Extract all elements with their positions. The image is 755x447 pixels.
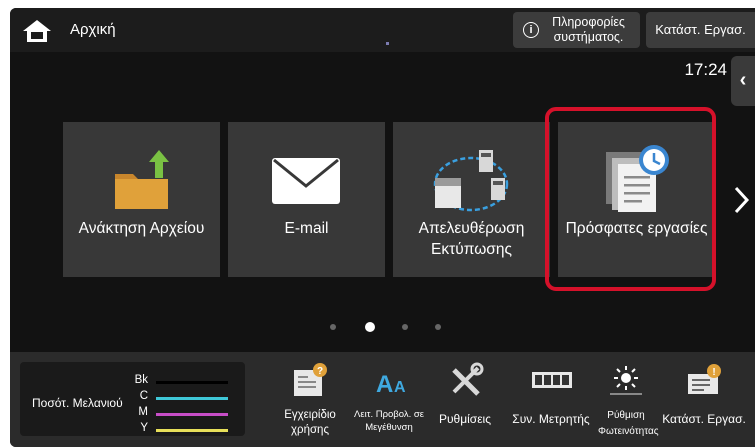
tile-email[interactable]: E-mail xyxy=(228,122,385,277)
ink-bar xyxy=(156,413,228,416)
ink-label: Bk xyxy=(134,374,148,386)
shortcut-label: Ρύθμιση Φωτεινότητας xyxy=(598,410,659,437)
chevron-right-icon[interactable] xyxy=(730,184,752,216)
envelope-icon xyxy=(272,158,340,204)
ink-bar xyxy=(156,429,228,432)
shortcut-label: Συν. Μετρητής xyxy=(512,412,590,426)
shortcut-label: Εγχειρίδιο χρήσης xyxy=(284,409,336,436)
job-status-icon: ! xyxy=(688,364,721,394)
tile-label: Απελευθέρωση Εκτύπωσης xyxy=(418,220,525,258)
breadcrumb: Αρχική xyxy=(70,21,116,38)
zoom-text-icon: A A xyxy=(376,371,406,398)
shortcut-zoom-view[interactable]: A A Λειτ. Προβολ. σε Μεγέθυνση xyxy=(346,352,432,447)
home-screen: Αρχική i Πληροφορίες συστήματος. Κατάστ.… xyxy=(10,8,755,447)
brightness-icon xyxy=(610,366,642,395)
page-dot[interactable] xyxy=(402,324,408,330)
ink-label: Y xyxy=(140,422,148,434)
ink-bar xyxy=(156,397,228,400)
svg-text:A: A xyxy=(394,379,406,396)
shortcut-user-manual[interactable]: ? Εγχειρίδιο χρήσης xyxy=(272,352,348,447)
shortcut-label: Ρυθμίσεις xyxy=(438,412,492,426)
print-release-icon xyxy=(433,150,509,212)
tile-label: E-mail xyxy=(284,220,329,237)
top-bar: Αρχική i Πληροφορίες συστήματος. Κατάστ.… xyxy=(10,8,755,52)
system-info-label: Πληροφορίες συστήματος. xyxy=(552,15,625,44)
job-status-button[interactable]: Κατάστ. Εργασ. xyxy=(646,12,755,48)
ink-bar xyxy=(156,381,228,384)
shortcut-label: Λειτ. Προβολ. σε Μεγέθυνση xyxy=(354,409,424,433)
ink-row-y: Y xyxy=(100,422,240,436)
ink-row-bk: Bk xyxy=(100,374,240,388)
svg-text:A: A xyxy=(376,371,393,398)
shortcut-settings[interactable]: Ρυθμίσεις xyxy=(430,352,500,447)
bottom-bar: Ποσότ. Μελανιού Bk C M Y ? Εγχειρίδιο χρ… xyxy=(10,352,755,447)
tile-print-release[interactable]: Απελευθέρωση Εκτύπωσης xyxy=(393,122,550,277)
shortcut-brightness[interactable]: Ρύθμιση Φωτεινότητας xyxy=(598,352,659,447)
system-info-button[interactable]: i Πληροφορίες συστήματος. xyxy=(513,12,640,48)
selection-highlight xyxy=(545,107,716,291)
tools-icon xyxy=(452,362,484,396)
svg-text:!: ! xyxy=(712,367,715,378)
ink-row-m: M xyxy=(100,406,240,420)
ink-level-panel[interactable]: Ποσότ. Μελανιού Bk C M Y xyxy=(20,362,245,436)
ink-label: C xyxy=(139,390,148,402)
indicator-dot xyxy=(386,42,389,45)
shortcut-counter[interactable]: Συν. Μετρητής xyxy=(502,352,600,447)
page-dot-active[interactable] xyxy=(365,322,375,332)
page-dot[interactable] xyxy=(330,324,336,330)
side-panel-tab[interactable]: ‹ xyxy=(731,56,755,106)
home-icon[interactable] xyxy=(22,18,52,44)
tile-file-retrieve[interactable]: Ανάκτηση Αρχείου xyxy=(63,122,220,277)
folder-retrieve-icon xyxy=(115,150,169,209)
clock: 17:24 xyxy=(684,60,727,79)
svg-text:?: ? xyxy=(317,366,323,377)
info-icon: i xyxy=(523,22,539,38)
tile-label: Ανάκτηση Αρχείου xyxy=(78,220,205,237)
counter-icon xyxy=(532,372,572,388)
ink-label: M xyxy=(138,406,148,418)
page-dot[interactable] xyxy=(435,324,441,330)
manual-icon: ? xyxy=(294,363,327,396)
shortcut-label: Κατάστ. Εργασ. xyxy=(662,412,746,426)
shortcut-job-status[interactable]: ! Κατάστ. Εργασ. xyxy=(654,352,754,447)
ink-row-c: C xyxy=(100,390,240,404)
